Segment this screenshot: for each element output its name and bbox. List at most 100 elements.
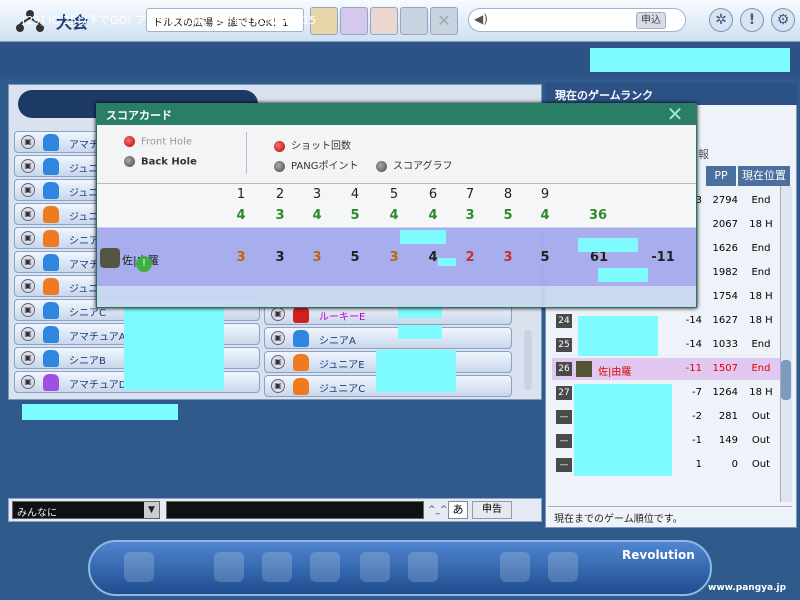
player-grade-label: ジュニアE	[319, 360, 365, 371]
rank-pp: 281	[718, 411, 738, 422]
hole-number: 2	[275, 187, 285, 202]
rank-position: 18 H	[749, 219, 773, 230]
hole-par: 5	[350, 208, 360, 223]
avatar-empty-slot[interactable]	[400, 7, 428, 35]
par-total: 36	[588, 208, 608, 223]
apply-button[interactable]: 申込	[636, 12, 666, 29]
player-status-icon: ▣	[21, 159, 35, 173]
rank-number: 27	[556, 386, 572, 400]
character-icon[interactable]	[214, 552, 244, 582]
chevron-down-icon[interactable]: ▼	[144, 502, 159, 518]
friends-icon[interactable]	[548, 552, 578, 582]
redacted-block	[590, 48, 790, 72]
pang-points-radio[interactable]: PANGポイント	[274, 157, 358, 172]
player-row[interactable]: ▣ シニアA	[264, 327, 512, 349]
player-grade-label: ジュニアC	[319, 384, 366, 395]
rank-position: Out	[751, 459, 771, 470]
avatar[interactable]	[370, 7, 398, 35]
rank-position: 18 H	[749, 315, 773, 326]
gear-icon[interactable]: ⚙	[771, 8, 795, 32]
player-status-icon: ▣	[21, 207, 35, 221]
rank-pp: 2067	[712, 219, 738, 230]
rank-score: -11	[685, 363, 702, 374]
player-name: 佐|由羅	[598, 367, 632, 378]
kana-toggle[interactable]: あ	[448, 501, 468, 519]
shot-count-radio[interactable]: ショット回数	[274, 137, 351, 152]
rank-pp: 1627	[712, 315, 738, 326]
rank-position: Out	[751, 411, 771, 422]
player-grade-label: ジュニ	[69, 284, 99, 295]
close-slot-icon[interactable]: ✕	[430, 7, 458, 35]
game-logo: Revolution	[622, 548, 695, 562]
info-icon[interactable]: !	[136, 256, 152, 272]
player-status-icon: ▣	[21, 183, 35, 197]
rank-position: End	[751, 243, 771, 254]
score-graph-radio[interactable]: スコアグラフ	[376, 157, 453, 172]
hole-strokes: 5	[350, 250, 360, 265]
scrollbar[interactable]	[524, 330, 532, 390]
rank-footer-text: 現在までのゲーム順位です。	[548, 506, 792, 525]
scorecard-title: スコアカード	[96, 103, 697, 125]
scroll-thumb[interactable]	[781, 360, 791, 400]
help-icon[interactable]: !	[740, 8, 764, 32]
report-button[interactable]: 申告	[472, 501, 512, 519]
player-grade-label: ルーキーE	[319, 312, 366, 323]
player-grade-icon	[43, 134, 59, 151]
player-grade-icon	[43, 326, 59, 343]
player-status-icon: ▣	[21, 375, 35, 389]
emote-button[interactable]: ^_^	[428, 501, 448, 519]
rank-number: 24	[556, 314, 572, 328]
player-status-icon: ▣	[271, 379, 285, 393]
channel-select[interactable]: みんなに	[12, 501, 160, 519]
hole-par: 4	[312, 208, 322, 223]
inventory-icon[interactable]	[408, 552, 438, 582]
mail-icon[interactable]	[500, 552, 530, 582]
rank-scrollbar[interactable]	[780, 186, 792, 502]
hole-par: 3	[275, 208, 285, 223]
redacted-block	[124, 308, 224, 390]
rank-position: End	[751, 363, 771, 374]
scorecard-options	[97, 125, 696, 183]
rank-pp: 1033	[712, 339, 738, 350]
player-grade-label: シニアB	[69, 356, 106, 367]
site-url: www.pangya.jp	[708, 583, 787, 593]
redacted-block	[22, 404, 178, 420]
player-grade-label: アマチュアA	[69, 332, 126, 343]
player-grade-icon	[43, 254, 59, 271]
hole-number: 8	[503, 187, 513, 202]
col-pp-header[interactable]: PP	[706, 166, 736, 186]
divider	[246, 132, 247, 174]
redacted-block	[574, 384, 672, 476]
player-grade-label: ジュニ	[69, 212, 99, 223]
player-grade-icon	[43, 182, 59, 199]
radio-icon	[124, 156, 135, 167]
speaker-icon[interactable]: ◀)	[474, 12, 488, 26]
hole-number: 3	[312, 187, 322, 202]
player-grade-icon	[293, 354, 309, 371]
front-hole-radio[interactable]: Front Hole	[124, 136, 192, 148]
player-status-icon: ▣	[21, 351, 35, 365]
rank-position: End	[751, 267, 771, 278]
close-icon[interactable]: ✕	[664, 104, 686, 124]
back-hole-radio[interactable]: Back Hole	[124, 156, 197, 168]
settings-gear-icon[interactable]: ✲	[709, 8, 733, 32]
item-icon[interactable]	[310, 552, 340, 582]
hole-strokes: 2	[465, 250, 475, 265]
rank-pp: 149	[718, 435, 738, 446]
chat-input[interactable]	[166, 501, 424, 519]
music-icon[interactable]	[124, 552, 154, 582]
col-position-header[interactable]: 現在位置	[738, 166, 790, 186]
shop-icon[interactable]	[360, 552, 390, 582]
room-info-text: [29] IC-25以下でGO! アマチュア3級 18 H (27/30) 02…	[22, 14, 317, 27]
radio-selected-icon	[124, 136, 135, 147]
avatar[interactable]	[340, 7, 368, 35]
rank-score: -14	[685, 339, 702, 350]
hole-strokes: 3	[275, 250, 285, 265]
rank-number: 25	[556, 338, 572, 352]
rank-row[interactable]: 26 佐|由羅 -11 1507 End	[552, 358, 780, 380]
radio-selected-icon	[274, 140, 285, 152]
player-grade-label: ジュニ	[69, 188, 99, 199]
caddie-icon[interactable]	[262, 552, 292, 582]
hole-number: 1	[236, 187, 246, 202]
rank-pp: 1754	[712, 291, 738, 302]
